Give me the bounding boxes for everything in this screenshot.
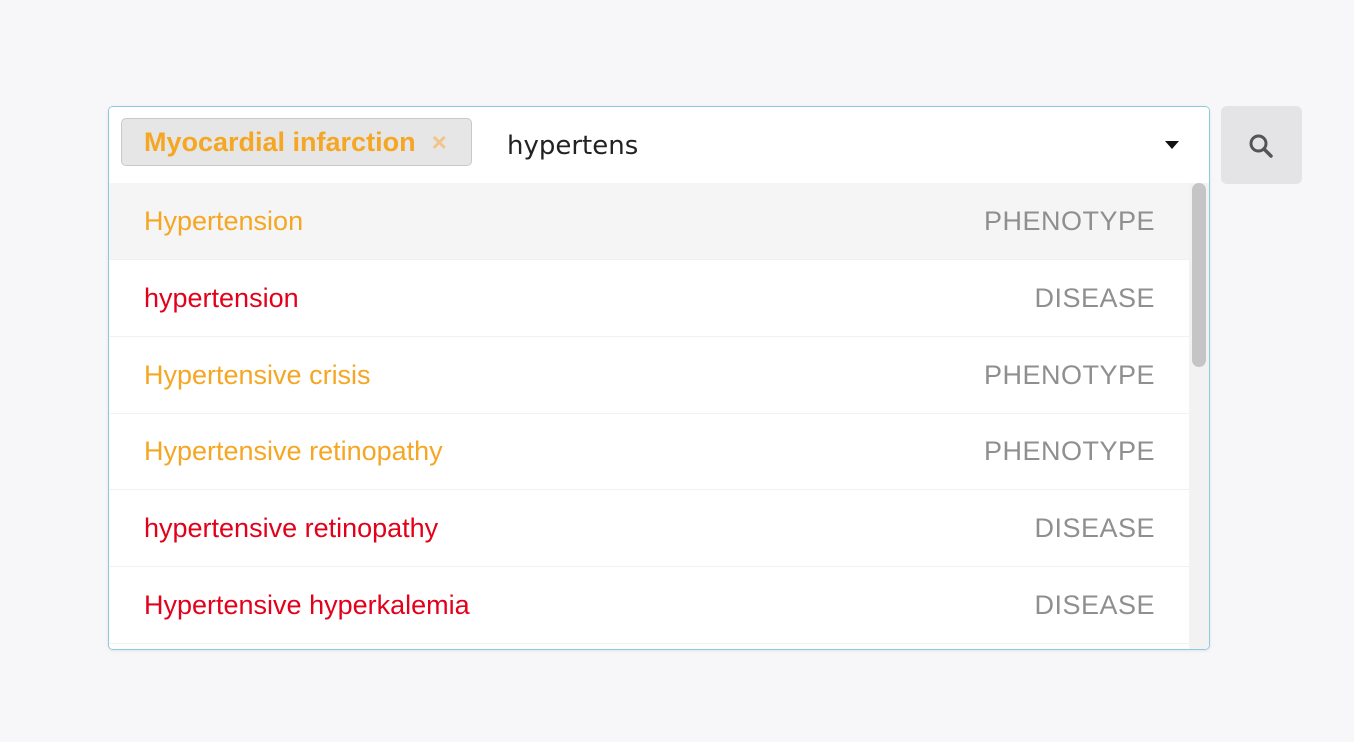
option-type: DISEASE [1034,589,1155,620]
option-type: PHENOTYPE [983,205,1155,236]
option-label: hypertensive retinopathy [144,512,439,543]
option-type: DISEASE [1034,282,1155,313]
option-item[interactable]: Hypertensive crisis PHENOTYPE [109,337,1189,414]
options-menu: Hypertension PHENOTYPE hypertension DISE… [109,183,1209,649]
select-control[interactable]: Myocardial infarction × hypertens [109,107,1209,183]
option-item[interactable]: hypertensive retinopathy DISEASE [109,490,1189,567]
option-item[interactable]: hypertension DISEASE [109,260,1189,337]
option-label: Hypertension [144,205,304,236]
search-button[interactable] [1221,106,1302,184]
option-label: Hypertensive crisis [144,359,371,390]
search-input[interactable]: hypertens [507,125,1107,167]
option-type: PHENOTYPE [983,435,1155,466]
option-type: DISEASE [1034,512,1155,543]
option-item[interactable]: Hypertensive hyperkalemia DISEASE [109,567,1189,644]
scrollbar-thumb[interactable] [1192,183,1206,367]
caret-down-icon[interactable] [1165,141,1179,149]
selected-tag-label: Myocardial infarction [144,126,416,157]
option-label: Hypertensive hyperkalemia [144,589,470,620]
option-label: hypertension [144,282,299,313]
option-item[interactable]: Hypertensive retinopathy PHENOTYPE [109,413,1189,490]
search-select[interactable]: Myocardial infarction × hypertens Hypert… [108,106,1210,650]
scrollbar[interactable] [1189,183,1209,649]
selected-tag: Myocardial infarction × [121,118,472,166]
option-item[interactable]: Hypertension PHENOTYPE [109,183,1189,260]
option-label: Hypertensive retinopathy [144,435,443,466]
search-icon [1249,134,1273,158]
close-icon[interactable]: × [432,129,447,155]
option-type: PHENOTYPE [983,359,1155,390]
